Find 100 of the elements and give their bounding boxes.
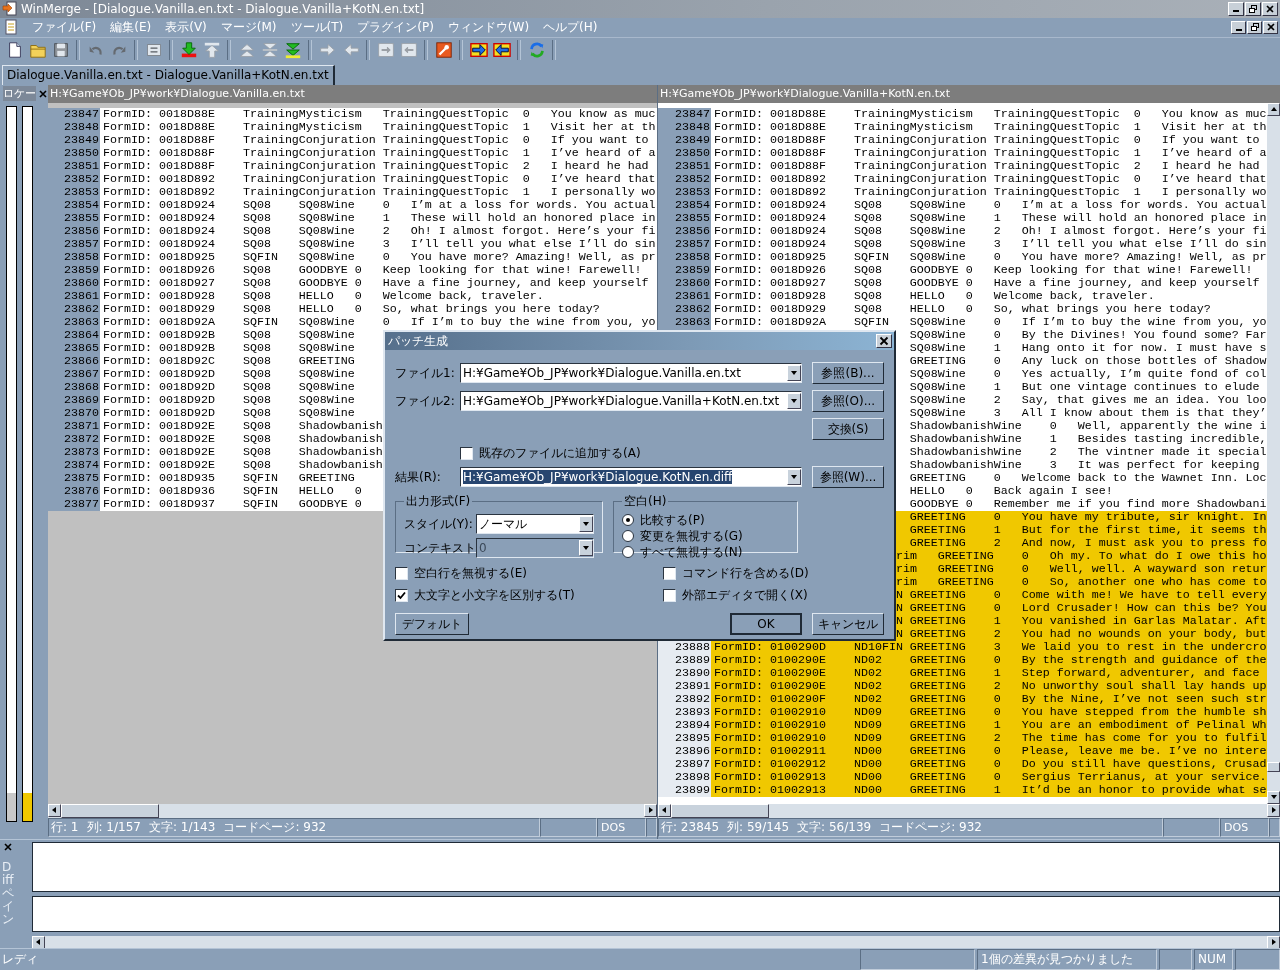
restore-button[interactable] xyxy=(1247,20,1262,34)
minimize-button[interactable] xyxy=(1231,20,1246,34)
close-button[interactable] xyxy=(1262,1,1278,16)
checkbox[interactable] xyxy=(395,567,408,580)
line-number: 23862 xyxy=(675,301,710,316)
code-line: FormID: 0100290E ND02 GREETING 2 No unworthy soul shall lay hands up xyxy=(714,679,1267,693)
line-number: 23888 xyxy=(675,639,710,654)
code-line: FormID: 0018D92E SQ08 Shadowbanish xyxy=(103,445,383,459)
line-number: 23872 xyxy=(64,431,99,446)
code-line: ShadowbanishWine 1 Besides tasting incredible, xyxy=(908,432,1267,446)
swap-button[interactable]: 交換(S) xyxy=(812,418,884,440)
default-button[interactable]: デフォルト xyxy=(395,613,469,635)
dropdown-button[interactable] xyxy=(579,516,593,532)
code-line: FormID: 0018D88E TrainingMysticism TrainingQuestTopic 0 You know as muc xyxy=(103,107,656,121)
checkbox-label: 空白行を無視する(E) xyxy=(414,565,527,582)
right-arrow-icon xyxy=(1269,938,1278,947)
close-button[interactable] xyxy=(1263,20,1278,34)
document-tab[interactable]: Dialogue.Vanilla.en.txt - Dialogue.Vanilla+KotN.en.txt xyxy=(2,64,335,85)
dropdown-button[interactable] xyxy=(787,469,801,485)
down-arrow-icon xyxy=(790,369,798,377)
code-line: N GREETING 0 Come with me! We have to tell every xyxy=(896,588,1267,602)
scroll-right-button[interactable] xyxy=(1267,935,1280,949)
file-path-field[interactable]: H:¥Game¥Ob_JP¥work¥Dialogue.Vanilla+KotN.en.txt xyxy=(460,391,802,411)
line-number: 23854 xyxy=(64,197,99,212)
scroll-down-button[interactable] xyxy=(1267,790,1280,804)
code-line: rim GREETING 0 So, another one who has come to xyxy=(896,575,1267,589)
code-line: FormID: 0018D929 SQ08 HELLO 0 So, what brings you here today? xyxy=(103,302,600,316)
close-icon xyxy=(879,336,889,346)
minimize-button[interactable] xyxy=(1228,1,1244,16)
down-arrow-icon xyxy=(582,544,590,552)
checkbox[interactable] xyxy=(663,589,676,602)
code-line: FormID: 0018D926 SQ08 GOODBYE 0 Keep looking for that wine! Farewell! xyxy=(714,263,1253,277)
horizontal-scrollbar[interactable] xyxy=(32,935,1280,948)
code-line: N GREETING 0 Lord Crusader! How can this be? You xyxy=(896,601,1267,615)
line-number: 23861 xyxy=(64,288,99,303)
code-line: FormID: 0018D92E SQ08 Shadowbanish xyxy=(103,458,383,472)
style-dropdown[interactable]: ノーマル xyxy=(476,514,594,534)
browse-button[interactable]: 参照(B)... xyxy=(812,362,884,384)
radio-label: 変更を無視する(G) xyxy=(640,527,743,545)
close-button[interactable] xyxy=(876,334,892,348)
down-arrow-icon xyxy=(790,473,798,481)
dropdown-button[interactable] xyxy=(787,365,801,381)
check-icon xyxy=(397,591,406,600)
code-line: FormID: 0018D88F TrainingConjuration TrainingQuestTopic 1 I’ve heard of a xyxy=(103,146,656,160)
code-line: FormID: 0100290F ND02 GREETING 0 By the Nine, I’ve not seen such str xyxy=(714,692,1267,706)
checkbox[interactable] xyxy=(460,446,473,460)
wrench-icon xyxy=(434,40,453,59)
line-number: 23848 xyxy=(64,119,99,134)
diff-count-label: 1個の差異が見つかりました xyxy=(977,948,1157,970)
up-arrow-icon xyxy=(202,40,221,59)
group-title: 出力形式(F) xyxy=(405,493,472,510)
line-number: 23871 xyxy=(64,418,99,433)
close-icon xyxy=(4,842,12,851)
left-arrow-icon xyxy=(34,938,43,947)
code-line: SQ08Wine 3 All I know about them is that they’ xyxy=(908,406,1267,420)
line-number: 23854 xyxy=(675,197,710,212)
vertical-scrollbar[interactable] xyxy=(1267,102,1280,804)
checkbox[interactable] xyxy=(663,567,676,580)
ok-button[interactable]: OK xyxy=(730,613,802,635)
line-number: 23856 xyxy=(64,223,99,238)
code-line: GREETING 0 You have my tribute, sir knight. In xyxy=(908,510,1267,524)
document-icon xyxy=(4,19,18,36)
down-arrow-icon xyxy=(582,520,590,528)
browse-button[interactable]: 参照(O)... xyxy=(812,390,884,412)
code-line: ShadowbanishWine 0 Well, apparently the wine i xyxy=(908,419,1267,433)
code-line: N GREETING 2 You had no wounds on your body, but xyxy=(896,627,1267,641)
down-arrow-icon xyxy=(790,397,798,405)
dialog-title: パッチ生成 xyxy=(388,332,448,350)
code-line: FormID: 0018D88F TrainingConjuration TrainingQuestTopic 2 I heard he had xyxy=(103,159,649,173)
code-line: FormID: 0018D925 SQFIN SQ08Wine 0 You have more? Amazing! Well, as pr xyxy=(103,250,656,264)
file-path-field[interactable]: H:¥Game¥Ob_JP¥work¥Dialogue.Vanilla.en.txt xyxy=(460,363,802,383)
code-line: FormID: 0018D92E SQ08 Shadowbanish xyxy=(103,432,383,446)
scrollbar-thumb[interactable] xyxy=(1267,761,1280,772)
code-line: N GREETING 1 You vanished in Garlas Malatar. Aft xyxy=(896,614,1267,628)
wrench-button[interactable] xyxy=(433,39,454,61)
line-number: 23852 xyxy=(64,171,99,186)
radio-button[interactable] xyxy=(622,546,634,558)
status-text: 列: 1/157 xyxy=(86,818,141,836)
cancel-button[interactable]: キャンセル xyxy=(812,613,884,635)
refresh-icon xyxy=(527,40,546,59)
radio-button[interactable] xyxy=(622,514,634,526)
browse-button[interactable]: 参照(W)... xyxy=(812,466,884,488)
code-line: FormID: 0018D892 TrainingConjuration TrainingQuestTopic 1 I personally wo xyxy=(103,185,656,199)
dropdown-button[interactable] xyxy=(787,393,801,409)
code-line: FormID: 0018D88F TrainingConjuration TrainingQuestTopic 2 I heard he had xyxy=(714,159,1260,173)
result-path-field[interactable]: H:¥Game¥Ob_JP¥work¥Dialogue.KotN.en.diff xyxy=(460,467,802,487)
minimize-icon xyxy=(1233,10,1239,13)
right-arrow-icon xyxy=(646,806,655,815)
line-number: 23849 xyxy=(64,132,99,147)
line-number: 23899 xyxy=(675,782,710,797)
scroll-left-button[interactable] xyxy=(32,935,45,949)
line-number: 23861 xyxy=(675,288,710,303)
code-line: FormID: 01002913 ND00 GREETING 1 It’d be an honor to provide what se xyxy=(714,783,1267,797)
file-path-header: H:¥Game¥Ob_JP¥work¥Dialogue.Vanilla.en.txt xyxy=(48,84,657,103)
checkbox[interactable] xyxy=(395,589,408,602)
restore-button[interactable] xyxy=(1245,1,1261,16)
code-line: FormID: 0018D92D SQ08 SQ08Wine xyxy=(103,380,355,394)
field-label: スタイル(Y): xyxy=(404,515,473,533)
app-icon xyxy=(2,0,18,17)
radio-button[interactable] xyxy=(622,530,634,542)
